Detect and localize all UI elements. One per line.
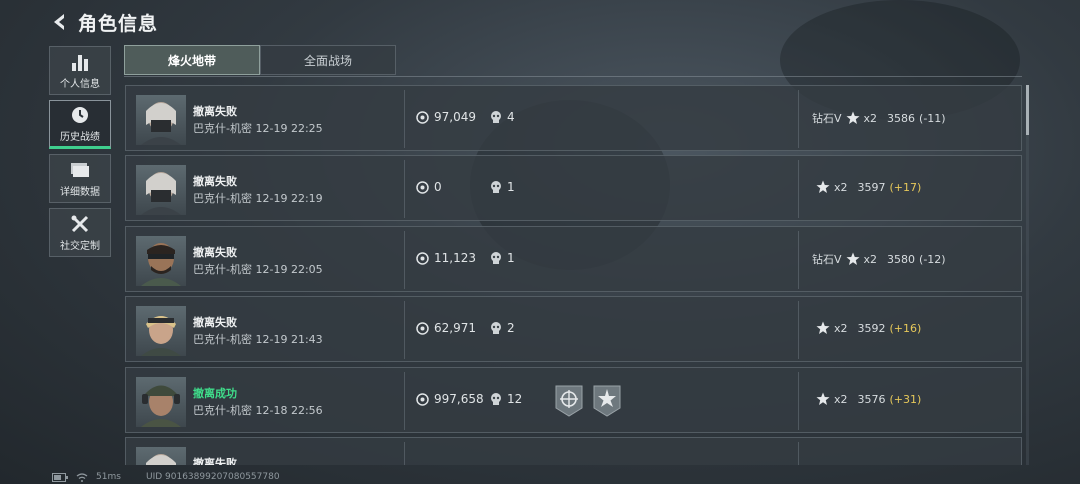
starburst-badge-icon[interactable] xyxy=(592,384,622,418)
list-scrollbar[interactable] xyxy=(1026,85,1029,465)
wifi-icon xyxy=(76,472,88,482)
sidebar: 个人信息 历史战绩 详细数据 社交定制 xyxy=(49,46,111,262)
match-history-list: 撤离失败 巴克什-机密 12-19 22:25 97,049 4 钻石V x2 … xyxy=(125,85,1022,465)
sidebar-item-label: 历史战绩 xyxy=(60,131,100,143)
operator-avatar xyxy=(136,306,186,356)
coin-icon xyxy=(416,251,429,265)
page-header: 角色信息 xyxy=(50,8,158,36)
match-rank: x2 3597 (+17) xyxy=(812,180,921,194)
match-kills: 12 xyxy=(490,392,522,406)
ping-value: 51ms xyxy=(96,472,121,482)
match-money: 97,049 xyxy=(416,110,476,124)
operator-avatar xyxy=(136,165,186,215)
back-arrow-icon xyxy=(54,14,64,30)
folder-icon xyxy=(71,162,89,177)
skull-icon xyxy=(491,110,501,123)
match-rank: x2 3592 (+16) xyxy=(812,321,921,335)
achievement-badges xyxy=(554,384,622,418)
tab-divider xyxy=(124,76,1022,77)
divider xyxy=(404,160,405,218)
bar-chart-icon xyxy=(72,54,88,71)
match-kills: 1 xyxy=(490,251,515,265)
match-result: 撤离成功 xyxy=(193,387,237,400)
skull-icon xyxy=(491,392,501,405)
divider xyxy=(798,160,799,218)
match-result: 撤离失败 xyxy=(193,246,237,259)
operator-avatar xyxy=(136,236,186,286)
clock-icon xyxy=(72,106,88,123)
sidebar-item-detailed-data[interactable]: 详细数据 xyxy=(49,154,111,203)
tab-full-battlefield[interactable]: 全面战场 xyxy=(260,45,396,75)
player-uid: UID 9016389920708055778​0 xyxy=(146,472,280,482)
skull-icon xyxy=(491,321,501,334)
divider xyxy=(798,372,799,430)
coin-icon xyxy=(416,180,429,194)
match-kills: 2 xyxy=(490,321,515,335)
match-money: 11,123 xyxy=(416,251,476,265)
sidebar-item-label: 个人信息 xyxy=(60,78,100,90)
skull-icon xyxy=(491,180,501,193)
divider xyxy=(404,231,405,289)
operator-avatar xyxy=(136,95,186,145)
battery-icon xyxy=(52,472,68,482)
coin-icon xyxy=(416,321,429,335)
star-icon xyxy=(816,180,830,193)
match-meta: 巴克什-机密 12-19 22:25 xyxy=(193,122,323,135)
star-icon xyxy=(846,252,860,265)
coin-icon xyxy=(416,110,429,124)
crosshair-badge-icon[interactable] xyxy=(554,384,584,418)
coin-icon xyxy=(416,392,429,406)
star-icon xyxy=(816,321,830,334)
operator-avatar xyxy=(136,447,186,465)
match-result: 撤离失败 xyxy=(193,316,237,329)
match-rank: 钻石V x2 3586 (-11) xyxy=(812,111,946,125)
match-row[interactable]: 撤离失败 巴克什-机密 12-19 21:43 62,971 2 x2 3592… xyxy=(125,296,1022,362)
match-row[interactable]: 撤离失败 巴克什-机密 12-19 22:19 0 1 x2 3597 (+17) xyxy=(125,155,1022,221)
sidebar-item-match-history[interactable]: 历史战绩 xyxy=(49,100,111,149)
tab-hazard-zone[interactable]: 烽火地带 xyxy=(124,45,260,75)
match-meta: 巴克什-机密 12-19 22:19 xyxy=(193,192,323,205)
star-icon xyxy=(846,111,860,124)
divider xyxy=(404,301,405,359)
scrollbar-thumb[interactable] xyxy=(1026,85,1029,135)
match-meta: 巴克什-机密 12-19 22:05 xyxy=(193,263,323,276)
match-result: 撤离失败 xyxy=(193,457,237,465)
match-meta: 巴克什-机密 12-19 21:43 xyxy=(193,333,323,346)
sidebar-item-label: 详细数据 xyxy=(60,186,100,198)
skull-icon xyxy=(491,251,501,264)
match-money: 62,971 xyxy=(416,321,476,335)
divider xyxy=(404,442,405,465)
divider xyxy=(798,442,799,465)
divider xyxy=(798,90,799,148)
star-icon xyxy=(816,392,830,405)
match-rank: 钻石V x2 3580 (-12) xyxy=(812,252,946,266)
match-result: 撤离失败 xyxy=(193,105,237,118)
match-kills: 4 xyxy=(490,110,515,124)
mode-tabs: 烽火地带 全面战场 xyxy=(124,45,396,75)
back-button[interactable] xyxy=(50,11,68,33)
match-kills: 1 xyxy=(490,180,515,194)
match-row[interactable]: 撤离失败 xyxy=(125,437,1022,465)
operator-avatar xyxy=(136,377,186,427)
page-title: 角色信息 xyxy=(78,12,159,35)
sidebar-item-personal-info[interactable]: 个人信息 xyxy=(49,46,111,95)
tools-icon xyxy=(71,215,89,232)
divider xyxy=(798,301,799,359)
sidebar-item-label: 社交定制 xyxy=(60,240,100,252)
match-meta: 巴克什-机密 12-18 22:56 xyxy=(193,404,323,417)
divider xyxy=(798,231,799,289)
match-result: 撤离失败 xyxy=(193,175,237,188)
divider xyxy=(404,372,405,430)
status-bar: 51ms xyxy=(52,472,121,482)
match-rank: x2 3576 (+31) xyxy=(812,392,921,406)
match-row[interactable]: 撤离成功 巴克什-机密 12-18 22:56 997,658 12 x2 35… xyxy=(125,367,1022,433)
match-row[interactable]: 撤离失败 巴克什-机密 12-19 22:25 97,049 4 钻石V x2 … xyxy=(125,85,1022,151)
divider xyxy=(404,90,405,148)
match-row[interactable]: 撤离失败 巴克什-机密 12-19 22:05 11,123 1 钻石V x2 … xyxy=(125,226,1022,292)
match-money: 997,658 xyxy=(416,392,484,406)
match-money: 0 xyxy=(416,180,442,194)
sidebar-item-social-custom[interactable]: 社交定制 xyxy=(49,208,111,257)
